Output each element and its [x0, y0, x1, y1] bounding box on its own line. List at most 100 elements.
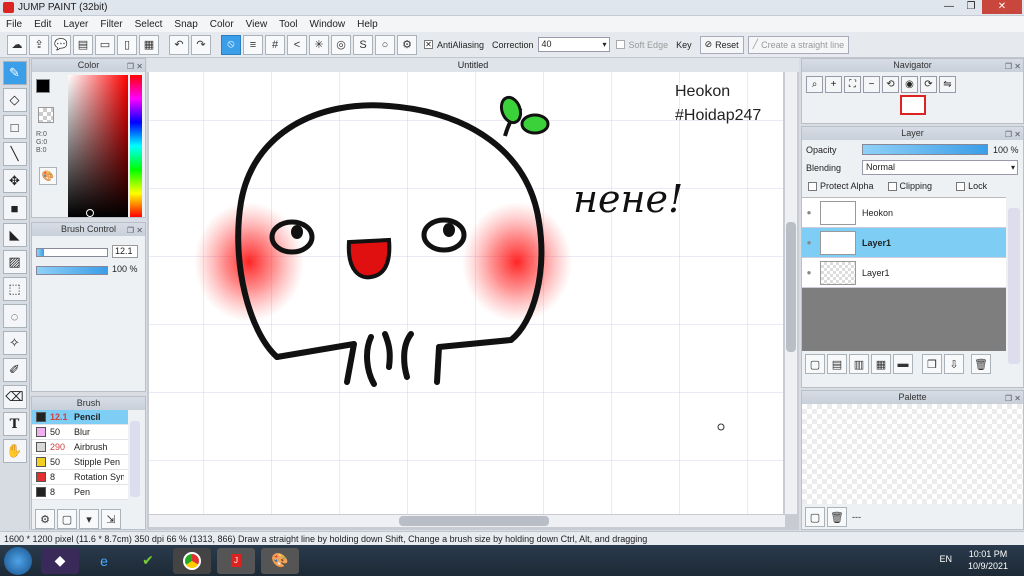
brush-item-airbrush[interactable]: 290 Airbrush: [32, 440, 128, 455]
select-rect-icon[interactable]: ⬚: [2, 277, 27, 301]
navigator-preview[interactable]: [899, 95, 926, 115]
brush-item-pencil[interactable]: 12.1 Pencil: [32, 410, 128, 425]
hand-tool-icon[interactable]: ✋: [2, 439, 27, 463]
grid-snap-icon[interactable]: #: [265, 34, 285, 55]
primary-color-swatch[interactable]: [36, 79, 50, 93]
maximize-button[interactable]: ❐: [960, 0, 982, 14]
color-picker-cursor[interactable]: [86, 209, 94, 217]
reset-button[interactable]: ⊘ Reset: [699, 35, 744, 54]
menu-help[interactable]: Help: [351, 19, 384, 30]
layer-row[interactable]: ● Layer1: [802, 258, 1006, 288]
system-clock[interactable]: 10:01 PM 10/9/2021: [968, 548, 1008, 572]
bucket-tool-icon[interactable]: ◣: [2, 223, 27, 247]
duplicate-layer-icon[interactable]: ❐: [922, 354, 942, 374]
canvas-horizontal-scrollbar[interactable]: [149, 515, 785, 527]
visibility-icon[interactable]: ●: [802, 238, 816, 247]
document-icon[interactable]: ▭: [95, 34, 115, 55]
palette-swatches[interactable]: [802, 404, 1023, 504]
close-button[interactable]: ✕: [982, 0, 1022, 14]
protect-alpha-checkbox[interactable]: [808, 181, 817, 191]
brush-export-icon[interactable]: ⇲: [101, 509, 121, 529]
panel-close-icon[interactable]: ❐ ✕: [1005, 392, 1021, 405]
fill-rect-tool-icon[interactable]: ■: [2, 196, 27, 220]
internet-explorer-icon[interactable]: e: [85, 548, 123, 574]
panel-close-icon[interactable]: ❐ ✕: [1005, 128, 1021, 141]
menu-snap[interactable]: Snap: [168, 19, 203, 30]
menu-select[interactable]: Select: [129, 19, 169, 30]
chrome-icon[interactable]: [173, 547, 211, 574]
jump-paint-icon[interactable]: J: [217, 547, 255, 574]
comment-icon[interactable]: 💬: [51, 34, 71, 55]
rotate-reset-icon[interactable]: ◉: [901, 76, 918, 93]
delete-layer-icon[interactable]: 🗑: [971, 354, 991, 374]
curve-snap-icon[interactable]: S: [353, 34, 373, 55]
move-tool-icon[interactable]: ✥: [2, 169, 27, 193]
zoom-in-icon[interactable]: +: [825, 76, 842, 93]
layer-opacity-slider[interactable]: [862, 144, 988, 155]
select-eraser-icon[interactable]: ⌫: [2, 385, 27, 409]
brush-size-input[interactable]: 12.1: [112, 245, 138, 258]
new-brush-icon[interactable]: ▢: [57, 509, 77, 529]
rotate-right-icon[interactable]: ⟳: [920, 76, 937, 93]
rotate-left-icon[interactable]: ⟲: [882, 76, 899, 93]
page-icon[interactable]: ▯: [117, 34, 137, 55]
menu-view[interactable]: View: [240, 19, 274, 30]
correction-select[interactable]: 40: [537, 37, 610, 52]
brush-item-pen[interactable]: 8 Pen: [32, 485, 128, 500]
zoom-actual-icon[interactable]: ⛶: [844, 76, 861, 93]
message-icon[interactable]: ▤: [73, 34, 93, 55]
radial-snap-icon[interactable]: ✳: [309, 34, 329, 55]
undo-icon[interactable]: ↶: [169, 34, 189, 55]
brush-item-blur[interactable]: 50 Blur: [32, 425, 128, 440]
menu-window[interactable]: Window: [304, 19, 352, 30]
layer-row[interactable]: ● Heokon: [802, 198, 1006, 228]
new-8bit-layer-icon[interactable]: ▥: [849, 354, 869, 374]
straight-line-button[interactable]: ╱ Create a straight line: [747, 35, 850, 54]
lasso-tool-icon[interactable]: ◌: [2, 304, 27, 328]
brush-menu-icon[interactable]: ▾: [79, 509, 99, 529]
palette-delete-icon[interactable]: 🗑: [827, 507, 847, 527]
drawing-canvas[interactable]: Heokon #Hoidap247 нене!: [149, 72, 783, 514]
antialiasing-checkbox[interactable]: ✕: [424, 40, 433, 49]
zoom-out-icon[interactable]: −: [863, 76, 880, 93]
new-halftone-layer-icon[interactable]: ▤: [827, 354, 847, 374]
brush-size-slider[interactable]: [36, 248, 108, 257]
paint-app-icon[interactable]: 🎨: [261, 547, 299, 574]
menu-file[interactable]: File: [0, 19, 28, 30]
layer-scrollbar[interactable]: [1008, 208, 1020, 364]
saturation-value-picker[interactable]: [68, 75, 128, 217]
share-icon[interactable]: ⇪: [29, 34, 49, 55]
visibility-icon[interactable]: ●: [802, 268, 816, 277]
menu-edit[interactable]: Edit: [28, 19, 57, 30]
menu-tool[interactable]: Tool: [273, 19, 303, 30]
new-layer-icon[interactable]: ▢: [805, 354, 825, 374]
visibility-icon[interactable]: ●: [802, 208, 816, 217]
merge-layer-icon[interactable]: ⇩: [944, 354, 964, 374]
brush-settings-icon[interactable]: ⚙: [35, 509, 55, 529]
transparent-swatch[interactable]: [38, 107, 54, 123]
brush-opacity-slider[interactable]: [36, 266, 108, 275]
magic-wand-icon[interactable]: ✧: [2, 331, 27, 355]
eraser-tool-icon[interactable]: ◇: [2, 88, 27, 112]
line-tool-icon[interactable]: ╲: [2, 142, 27, 166]
zoom-fit-icon[interactable]: ⌕: [806, 76, 823, 93]
menu-layer[interactable]: Layer: [57, 19, 94, 30]
new-1bit-layer-icon[interactable]: ▦: [871, 354, 891, 374]
grid-tool-icon[interactable]: ▦: [139, 34, 159, 55]
circle-snap-icon[interactable]: ◎: [331, 34, 351, 55]
hue-slider[interactable]: [130, 75, 142, 217]
panel-close-icon[interactable]: ❐ ✕: [1005, 60, 1021, 73]
brush-list-scrollbar[interactable]: [130, 421, 140, 497]
parallel-snap-icon[interactable]: ≡: [243, 34, 263, 55]
perspective-snap-icon[interactable]: <: [287, 34, 307, 55]
redo-icon[interactable]: ↷: [191, 34, 211, 55]
visual-studio-icon[interactable]: ◆: [41, 547, 79, 574]
rectangle-tool-icon[interactable]: □: [2, 115, 27, 139]
ellipse-snap-icon[interactable]: ○: [375, 34, 395, 55]
panel-close-icon[interactable]: ❐ ✕: [127, 224, 143, 237]
document-tab[interactable]: Untitled: [147, 58, 799, 72]
text-tool-icon[interactable]: T: [2, 412, 27, 436]
menu-color[interactable]: Color: [204, 19, 240, 30]
flip-icon[interactable]: ⇋: [939, 76, 956, 93]
start-button[interactable]: [4, 546, 32, 575]
